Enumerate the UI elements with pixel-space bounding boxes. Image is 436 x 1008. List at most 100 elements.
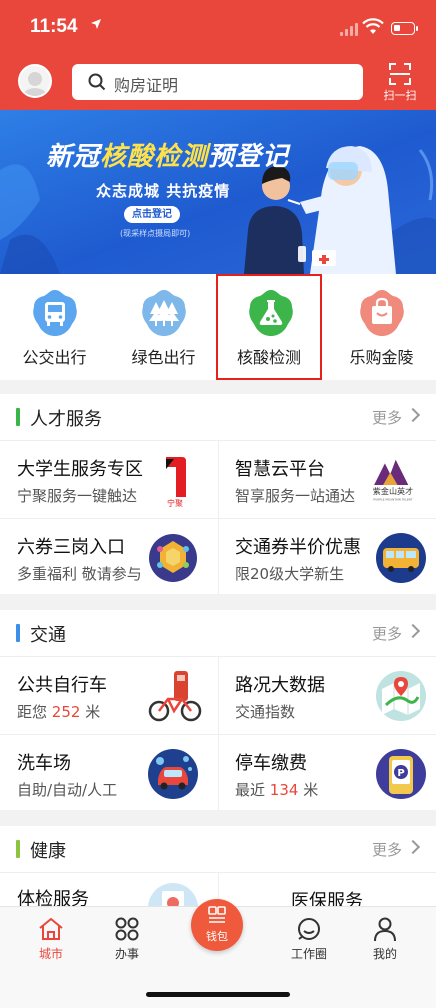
wallet-icon [208,906,226,923]
banner-note: (现采样点摄局即可) [120,229,191,238]
search-input[interactable]: 购房证明 [72,64,363,100]
flask-icon [249,290,293,336]
location-arrow-icon [90,18,102,34]
ningju-logo-icon: 宁聚 [166,457,186,507]
tab-services[interactable]: 办事 [90,915,164,975]
tab-profile[interactable]: 我的 [348,915,422,975]
quick-link-nucleic-test[interactable]: 核酸检测 [216,274,322,380]
svg-text:PURPLE MOUNTAIN TALENT: PURPLE MOUNTAIN TALENT [373,497,412,501]
status-bar: 11:54 [0,14,436,44]
quick-link-bus[interactable]: 公交出行 [0,274,109,380]
chevron-right-icon[interactable] [405,407,421,423]
parking-icon: P [376,749,426,799]
card-transport-coupon[interactable]: 交通券半价优惠 限20级大学新生 [218,518,436,596]
person-icon [374,917,396,942]
quick-link-green-travel[interactable]: 绿色出行 [109,274,218,380]
quick-link-label: 公交出行 [22,348,87,367]
car-wash-icon [148,749,198,799]
register-button[interactable]: 点击登记 [124,206,180,223]
card-smart-cloud[interactable]: 智慧云平台 智享服务一站通达 紫金山英才 PURPLE MOUNTAIN TAL… [218,440,436,518]
chevron-right-icon[interactable] [405,623,421,639]
scan-label: 扫一扫 [383,89,417,102]
section-header: 交通 更多 [0,610,436,658]
card-title: 公共自行车 [17,675,107,696]
purple-mountain-logo-icon: 紫金山英才 PURPLE MOUNTAIN TALENT [373,459,413,501]
card-title: 停车缴费 [235,753,307,774]
banner-subtitle: 众志成城 共抗疫情 [96,182,231,200]
chevron-right-icon[interactable] [405,839,421,855]
search-placeholder: 购房证明 [114,76,179,95]
bicycle-icon [148,671,202,722]
card-desc: 距您 252 米 [17,703,101,721]
talent-section: 人才服务 更多 大学生服务专区 宁聚服务一键触达 宁聚 智慧云平台 智享服务一站… [0,394,436,596]
checkup-icon [148,883,198,906]
wifi-icon [362,18,384,36]
bus-icon [33,290,77,336]
more-link[interactable]: 更多 [372,839,402,860]
card-traffic-data[interactable]: 路况大数据 交通指数 [218,656,436,734]
card-public-bike[interactable]: 公共自行车 距您 252 米 [0,656,218,734]
tab-city[interactable]: 城市 [14,915,88,975]
section-marker [16,624,20,642]
card-desc: 智享服务一站通达 [235,487,356,505]
tab-label: 钱包 [206,930,228,943]
card-title: 体检服务 [17,889,89,906]
status-time: 11:54 [30,16,78,37]
more-link[interactable]: 更多 [372,623,402,644]
section-title: 人才服务 [30,409,102,430]
section-title: 交通 [30,625,66,646]
scan-button[interactable]: 扫一扫 [380,58,420,106]
section-header: 健康 更多 [0,826,436,874]
tab-work-circle[interactable]: 工作圈 [272,915,346,975]
card-desc: 宁聚服务一键触达 [17,487,138,505]
tab-wallet[interactable]: 钱包 [191,899,243,951]
card-title: 洗车场 [17,753,71,774]
card-title: 六券三岗入口 [17,537,125,558]
traffic-section: 交通 更多 公共自行车 距您 252 米 路况大数据 交通指数 洗车场 自助/自… [0,610,436,812]
card-desc: 限20级大学新生 [235,565,345,583]
health-section: 健康 更多 体检服务 医保服务 [0,826,436,906]
card-desc: 最近 134 米 [235,781,319,799]
section-marker [16,408,20,426]
chat-circle-icon [298,918,320,940]
shopping-bag-icon [360,290,404,336]
nucleic-test-banner[interactable]: 新冠核酸检测预登记 众志成城 共抗疫情 点击登记 (现采样点摄局即可) [0,110,436,274]
home-icon [39,917,63,940]
svg-text:P: P [397,768,404,779]
card-title: 医保服务 [291,891,363,906]
card-parking-payment[interactable]: 停车缴费 最近 134 米 P [218,734,436,812]
card-desc: 交通指数 [235,703,296,721]
more-link[interactable]: 更多 [372,407,402,428]
tab-label: 城市 [38,947,63,961]
card-title: 路况大数据 [235,675,325,696]
top-header: 11:54 购房证明 扫一扫 [0,0,436,110]
quick-link-label: 乐购金陵 [349,348,414,367]
avatar[interactable] [18,64,52,98]
card-health-checkup[interactable]: 体检服务 [0,872,218,906]
quick-links: 公交出行 绿色出行 核酸检测 乐购金陵 [0,274,436,380]
card-desc: 多重福利 敬请参与 [17,565,142,583]
quick-link-label: 绿色出行 [131,348,196,367]
grid-icon [115,917,139,941]
hexagon-network-icon [149,534,197,582]
card-title: 交通券半价优惠 [235,537,361,558]
card-medical-insurance[interactable]: 医保服务 [218,872,436,906]
tab-label: 我的 [372,947,397,961]
quick-link-shopping[interactable]: 乐购金陵 [327,274,436,380]
trees-icon [142,290,186,336]
quick-link-label: 核酸检测 [236,348,301,367]
card-title: 大学生服务专区 [17,459,143,480]
tab-label: 工作圈 [290,947,327,961]
card-college-service[interactable]: 大学生服务专区 宁聚服务一键触达 宁聚 [0,440,218,518]
cellular-signal-icon [340,22,360,36]
map-pin-icon [376,671,426,721]
svg-text:紫金山英才: 紫金山英才 [373,486,413,496]
tab-label: 办事 [114,947,139,961]
section-marker [16,840,20,858]
card-title: 智慧云平台 [235,459,325,480]
card-coupon-entry[interactable]: 六券三岗入口 多重福利 敬请参与 [0,518,218,596]
section-header: 人才服务 更多 [0,394,436,442]
banner-title: 新冠核酸检测预登记 [46,142,290,172]
battery-icon [391,22,418,35]
card-car-wash[interactable]: 洗车场 自助/自动/人工 [0,734,218,812]
